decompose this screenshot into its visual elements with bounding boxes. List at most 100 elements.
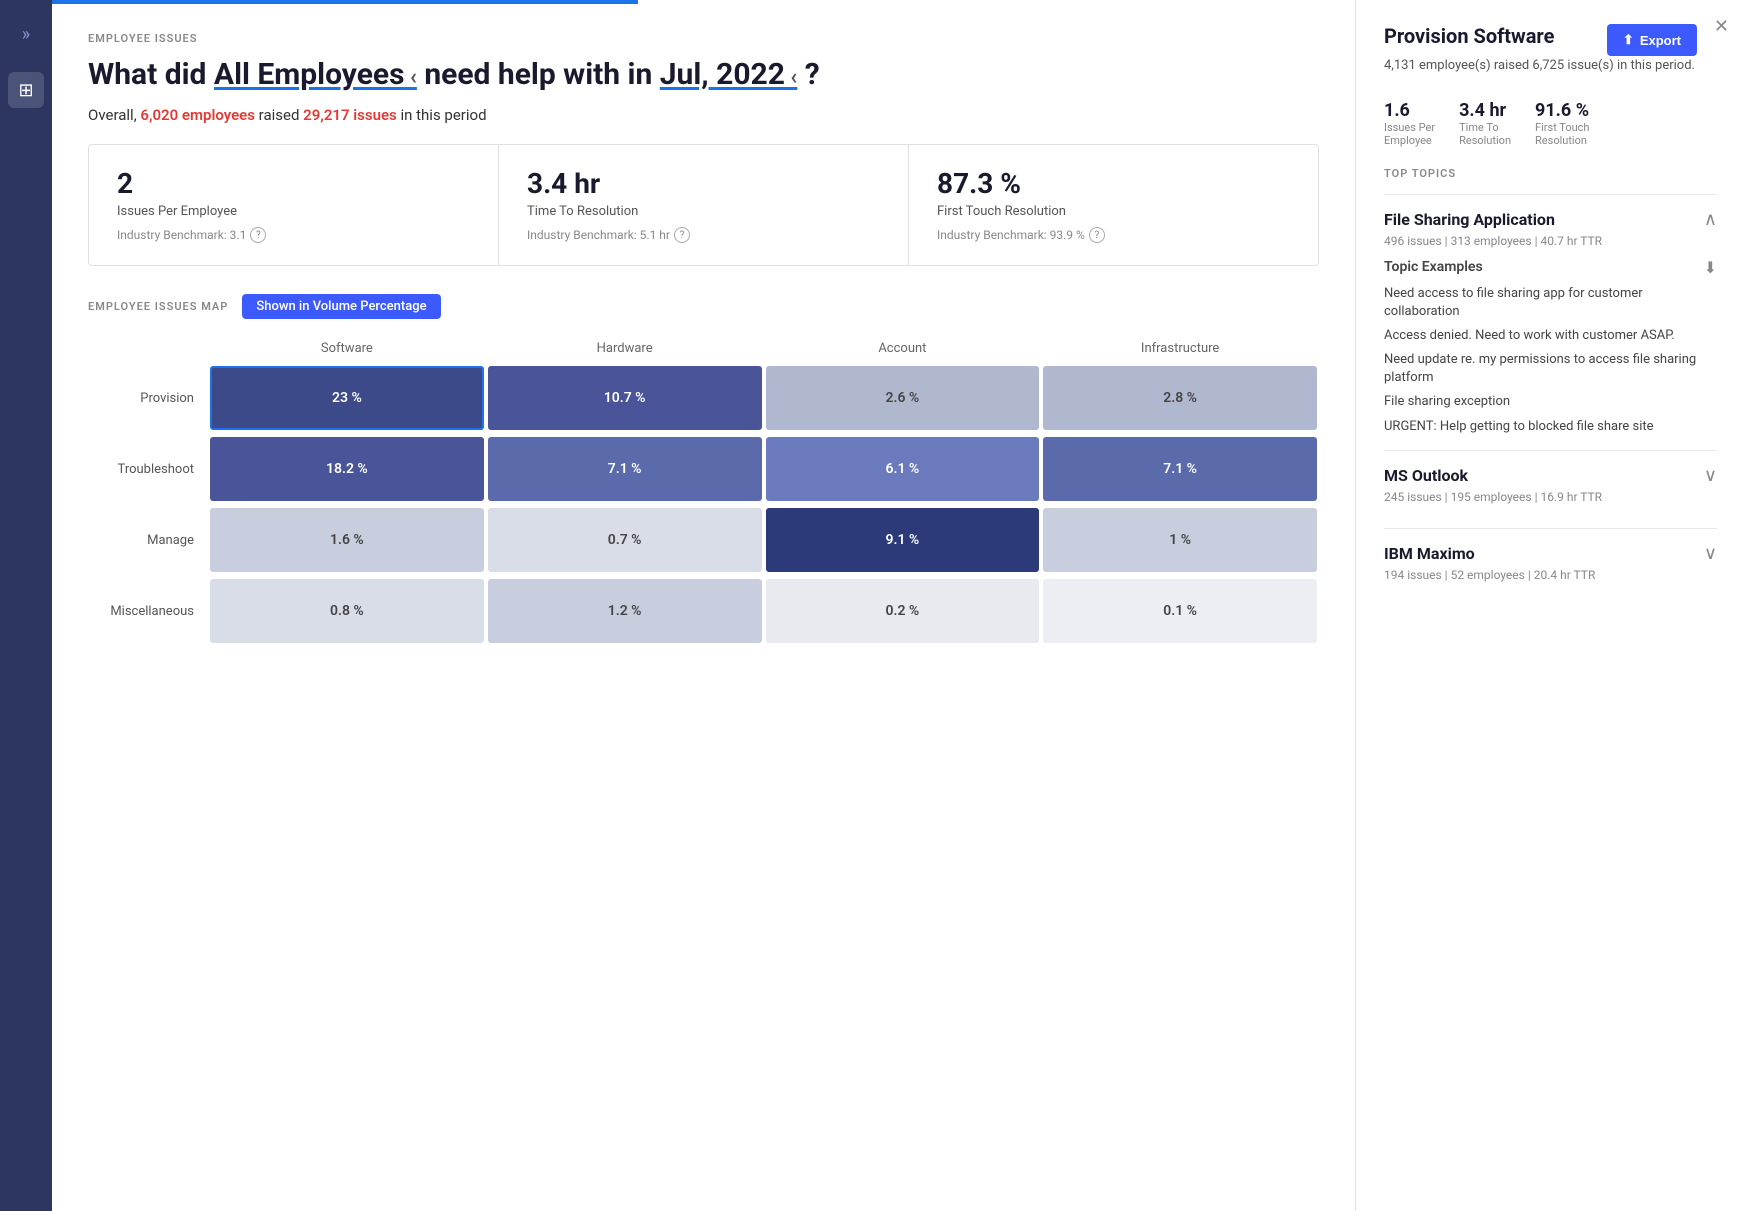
topic-example-row-0-2: Need update re. my permissions to access… xyxy=(1384,351,1717,387)
export-button[interactable]: ⬆ Export xyxy=(1607,24,1697,56)
heatmap-cell-2-2[interactable]: 9.1 % xyxy=(766,508,1040,572)
panel-stat-1: 3.4 hr Time To Resolution xyxy=(1459,100,1511,147)
map-label: EMPLOYEE ISSUES MAP xyxy=(88,300,228,313)
topic-example-row-0-3: File sharing exception xyxy=(1384,393,1717,411)
sidebar: » ⊞ xyxy=(0,0,52,1211)
panel-stat-label-1: Time To Resolution xyxy=(1459,121,1511,147)
section-label: EMPLOYEE ISSUES xyxy=(88,32,1319,45)
topic-example-text-0-1: Access denied. Need to work with custome… xyxy=(1384,327,1717,345)
chevron-icon-2: ∨ xyxy=(1704,543,1717,564)
help-icon-0[interactable]: ? xyxy=(250,227,266,243)
heatmap-cell-1-0[interactable]: 18.2 % xyxy=(210,437,484,501)
metric-value-1: 3.4 hr xyxy=(527,167,880,200)
title-middle: need help with in xyxy=(424,57,652,92)
row-label-3: Miscellaneous xyxy=(88,577,208,645)
row-label-0: Provision xyxy=(88,364,208,432)
period-dropdown[interactable]: Jul, 2022 xyxy=(660,57,798,92)
row-label-1: Troubleshoot xyxy=(88,435,208,503)
employee-group-dropdown[interactable]: All Employees xyxy=(214,57,417,92)
heatmap-col-headers: SoftwareHardwareAccountInfrastructure xyxy=(88,337,1319,360)
panel-stats: 1.6 Issues Per Employee 3.4 hr Time To R… xyxy=(1384,92,1717,147)
panel-stat-value-0: 1.6 xyxy=(1384,100,1435,121)
metrics-row: 2 Issues Per Employee Industry Benchmark… xyxy=(88,144,1319,266)
heatmap-cell-0-0[interactable]: 23 % xyxy=(210,366,484,430)
col-header-0: Software xyxy=(208,337,486,360)
heatmap-cell-3-0[interactable]: 0.8 % xyxy=(210,579,484,643)
subtitle-middle: raised xyxy=(259,106,300,124)
export-label: Export xyxy=(1640,33,1681,48)
topic-item-2: IBM Maximo ∨ 194 issues | 52 employees |… xyxy=(1384,528,1717,606)
topic-header-2[interactable]: IBM Maximo ∨ xyxy=(1384,543,1717,564)
heatmap-cell-2-1[interactable]: 0.7 % xyxy=(488,508,762,572)
main-content: EMPLOYEE ISSUES What did All Employees n… xyxy=(52,0,1355,1211)
topic-example-text-0-3: File sharing exception xyxy=(1384,393,1717,411)
metric-value-0: 2 xyxy=(117,167,470,200)
heatmap-cell-2-3[interactable]: 1 % xyxy=(1043,508,1317,572)
metric-card-1: 3.4 hr Time To Resolution Industry Bench… xyxy=(499,145,909,265)
topic-name-0: File Sharing Application xyxy=(1384,210,1555,229)
heatmap-cell-0-2[interactable]: 2.6 % xyxy=(766,366,1040,430)
metric-card-2: 87.3 % First Touch Resolution Industry B… xyxy=(909,145,1318,265)
col-header-1: Hardware xyxy=(486,337,764,360)
content-area: EMPLOYEE ISSUES What did All Employees n… xyxy=(52,4,1355,1211)
topic-example-text-0-4: URGENT: Help getting to blocked file sha… xyxy=(1384,418,1717,436)
topic-meta-1: 245 issues | 195 employees | 16.9 hr TTR xyxy=(1384,490,1717,504)
heatmap-cell-3-1[interactable]: 1.2 % xyxy=(488,579,762,643)
heatmap-cell-1-1[interactable]: 7.1 % xyxy=(488,437,762,501)
metric-label-2: First Touch Resolution xyxy=(937,204,1290,219)
title-suffix: ? xyxy=(805,57,820,92)
topic-examples-0: Need access to file sharing app for cust… xyxy=(1384,285,1717,436)
top-topics-label: TOP TOPICS xyxy=(1384,167,1717,180)
topic-header-0[interactable]: File Sharing Application ∧ xyxy=(1384,209,1717,230)
heatmap-cell-1-2[interactable]: 6.1 % xyxy=(766,437,1040,501)
topic-example-row-0-4: URGENT: Help getting to blocked file sha… xyxy=(1384,418,1717,436)
sidebar-icon-expand[interactable]: » xyxy=(8,16,44,52)
topic-example-text-0-0: Need access to file sharing app for cust… xyxy=(1384,285,1717,321)
metric-benchmark-1: Industry Benchmark: 5.1 hr ? xyxy=(527,227,880,243)
topic-meta-2: 194 issues | 52 employees | 20.4 hr TTR xyxy=(1384,568,1717,582)
right-panel: ✕ ⬆ Export Provision Software 4,131 empl… xyxy=(1355,0,1745,1211)
subtitle-employees: 6,020 employees xyxy=(140,106,255,124)
metric-benchmark-2: Industry Benchmark: 93.9 % ? xyxy=(937,227,1290,243)
topic-example-row-0-1: Access denied. Need to work with custome… xyxy=(1384,327,1717,345)
row-label-2: Manage xyxy=(88,506,208,574)
panel-stat-value-2: 91.6 % xyxy=(1535,100,1589,121)
export-icon: ⬆ xyxy=(1623,32,1634,48)
topic-item-1: MS Outlook ∨ 245 issues | 195 employees … xyxy=(1384,450,1717,528)
heatmap-row-2: Manage1.6 %0.7 %9.1 %1 % xyxy=(88,506,1319,574)
volume-percentage-badge[interactable]: Shown in Volume Percentage xyxy=(242,294,440,319)
heatmap-row-3: Miscellaneous0.8 %1.2 %0.2 %0.1 % xyxy=(88,577,1319,645)
help-icon-2[interactable]: ? xyxy=(1089,227,1105,243)
heatmap-cell-3-2[interactable]: 0.2 % xyxy=(766,579,1040,643)
heatmap-cell-2-0[interactable]: 1.6 % xyxy=(210,508,484,572)
heatmap-cell-1-3[interactable]: 7.1 % xyxy=(1043,437,1317,501)
metric-label-0: Issues Per Employee xyxy=(117,204,470,219)
download-icon-0[interactable]: ⬇ xyxy=(1704,258,1717,277)
metric-value-2: 87.3 % xyxy=(937,167,1290,200)
topic-header-1[interactable]: MS Outlook ∨ xyxy=(1384,465,1717,486)
subtitle: Overall, 6,020 employees raised 29,217 i… xyxy=(88,106,1319,124)
heatmap: SoftwareHardwareAccountInfrastructure Pr… xyxy=(88,337,1319,645)
topic-name-2: IBM Maximo xyxy=(1384,544,1475,563)
topic-item-0: File Sharing Application ∧ 496 issues | … xyxy=(1384,194,1717,450)
panel-stat-2: 91.6 % First Touch Resolution xyxy=(1535,100,1589,147)
panel-subtitle: 4,131 employee(s) raised 6,725 issue(s) … xyxy=(1384,56,1717,76)
sidebar-icon-grid[interactable]: ⊞ xyxy=(8,72,44,108)
help-icon-1[interactable]: ? xyxy=(674,227,690,243)
topic-name-1: MS Outlook xyxy=(1384,466,1468,485)
col-header-2: Account xyxy=(764,337,1042,360)
heatmap-row-0: Provision23 %10.7 %2.6 %2.8 % xyxy=(88,364,1319,432)
chevron-icon-1: ∨ xyxy=(1704,465,1717,486)
subtitle-suffix: in this period xyxy=(400,106,486,124)
metric-label-1: Time To Resolution xyxy=(527,204,880,219)
metric-card-0: 2 Issues Per Employee Industry Benchmark… xyxy=(89,145,499,265)
heatmap-cell-0-3[interactable]: 2.8 % xyxy=(1043,366,1317,430)
map-header: EMPLOYEE ISSUES MAP Shown in Volume Perc… xyxy=(88,294,1319,319)
heatmap-cell-0-1[interactable]: 10.7 % xyxy=(488,366,762,430)
heatmap-cell-3-3[interactable]: 0.1 % xyxy=(1043,579,1317,643)
topics-list: File Sharing Application ∧ 496 issues | … xyxy=(1384,194,1717,606)
subtitle-issues: 29,217 issues xyxy=(303,106,397,124)
panel-stat-0: 1.6 Issues Per Employee xyxy=(1384,100,1435,147)
panel-stat-value-1: 3.4 hr xyxy=(1459,100,1511,121)
close-button[interactable]: ✕ xyxy=(1714,16,1729,37)
